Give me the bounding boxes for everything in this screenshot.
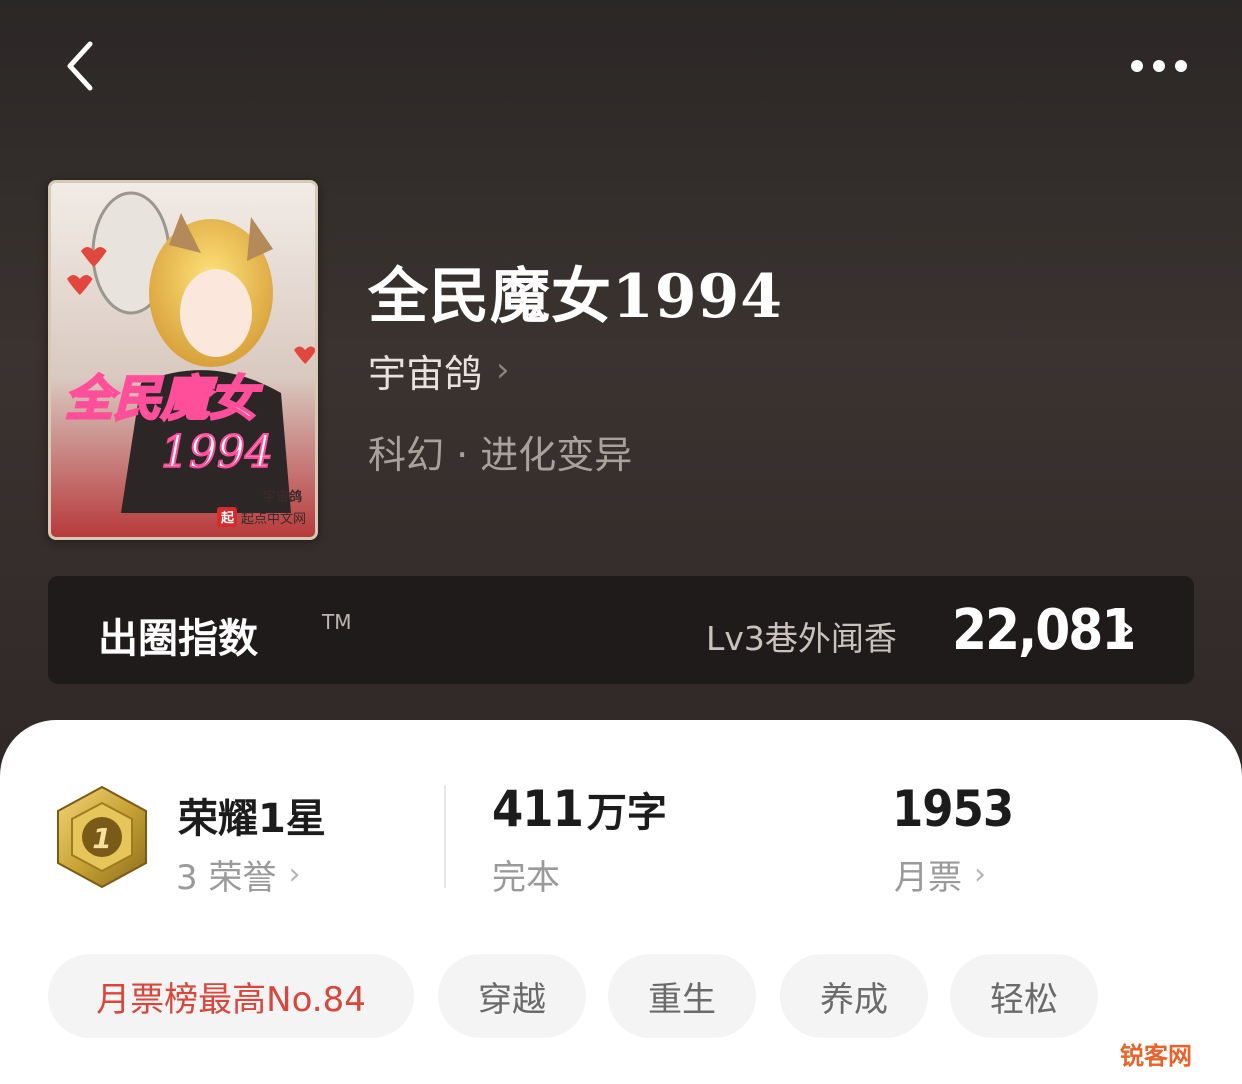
tag-raising[interactable]: 养成 <box>780 954 928 1038</box>
word-count-unit: 万字 <box>586 790 667 836</box>
book-title: 全民魔女1994 <box>368 262 783 332</box>
tag-relaxed[interactable]: 轻松 <box>950 954 1098 1038</box>
site-watermark: 锐客网 <box>1120 1042 1192 1070</box>
monthly-ticket-count: 1953 <box>892 780 1014 838</box>
honor-count-link[interactable]: 3 荣誉 › <box>176 850 300 899</box>
completion-status: 完本 <box>492 858 560 898</box>
chevron-left-icon <box>67 41 93 91</box>
chevron-right-icon: › <box>496 350 510 390</box>
stats-divider <box>444 786 446 888</box>
more-dots-icon <box>1131 60 1187 72</box>
chevron-right-icon: › <box>974 857 986 892</box>
cover-publisher-text: 起点中文网 <box>241 512 306 527</box>
svg-text:起: 起 <box>220 510 235 526</box>
word-count-number: 411 <box>492 780 584 838</box>
tag-time-travel[interactable]: 穿越 <box>438 954 586 1038</box>
chevron-right-icon: › <box>1120 608 1135 649</box>
cover-author-text: 宇宙鸽 <box>263 489 302 505</box>
index-value: 22,081 <box>952 598 1136 663</box>
monthly-ticket-link[interactable]: 月票 › <box>894 850 986 899</box>
svg-text:1: 1 <box>92 822 111 855</box>
word-count: 411 万字 <box>492 780 667 838</box>
cover-title-text: 全民魔女 <box>65 371 263 427</box>
index-label: 出圈指数 <box>98 616 258 662</box>
honor-badge-icon[interactable]: 1 <box>52 783 152 891</box>
honor-count: 3 荣誉 <box>176 858 277 898</box>
book-genre: 科幻 · 进化变异 <box>368 433 633 477</box>
author-link[interactable]: 宇宙鸽 › <box>368 342 510 398</box>
cover-year-text: 1994 <box>161 427 273 478</box>
back-button[interactable] <box>56 36 116 96</box>
monthly-ticket-label: 月票 <box>894 858 962 898</box>
more-button[interactable] <box>1120 40 1200 92</box>
index-level: Lv3巷外闻香 <box>706 619 897 658</box>
trademark-mark: TM <box>322 610 352 634</box>
tag-rebirth[interactable]: 重生 <box>608 954 756 1038</box>
honor-title: 荣耀1星 <box>178 796 326 842</box>
tag-rank[interactable]: 月票榜最高No.84 <box>48 954 414 1038</box>
book-cover[interactable]: 全民魔女 1994 宇宙鸽 起 起点中文网 <box>48 180 318 540</box>
chevron-right-icon: › <box>288 857 301 892</box>
popularity-index-bar[interactable]: 出圈指数 TM Lv3巷外闻香 22,081 › <box>48 576 1194 684</box>
book-header: 全民魔女 1994 宇宙鸽 起 起点中文网 全民魔女1994 宇宙鸽 › 科幻 … <box>0 0 1242 780</box>
author-name: 宇宙鸽 <box>368 351 483 396</box>
